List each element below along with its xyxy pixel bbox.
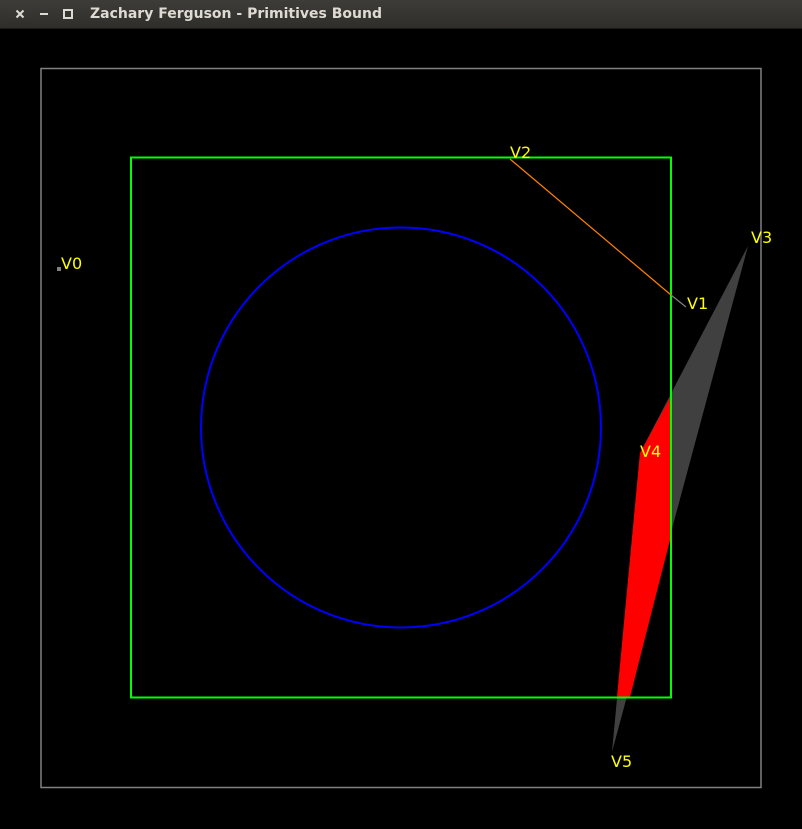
title-bar: Zachary Ferguson - Primitives Bound [0,0,802,29]
minimize-icon[interactable] [36,6,52,22]
green-square [130,156,672,699]
vertex-label-v3: V3 [751,228,772,247]
drawing-canvas: V0 V1 V2 V3 V4 V5 [0,29,802,829]
vertex-label-v4: V4 [640,442,661,461]
vertex-label-v0: V0 [61,254,82,273]
window-title: Zachary Ferguson - Primitives Bound [90,6,382,22]
maximize-icon[interactable] [60,6,76,22]
vertex-label-v1: V1 [687,294,708,313]
line-v1-outside [670,294,687,308]
app-window: Zachary Ferguson - Primitives Bound V0 V… [0,0,802,829]
scene-svg: V0 V1 V2 V3 V4 V5 [40,67,772,789]
close-icon[interactable] [12,6,28,22]
line-v2-v1 [509,158,672,296]
vertex-label-v5: V5 [611,752,632,771]
outer-bound-rect [40,67,762,789]
blue-circle [200,226,602,629]
vertex-label-v2: V2 [510,143,531,162]
